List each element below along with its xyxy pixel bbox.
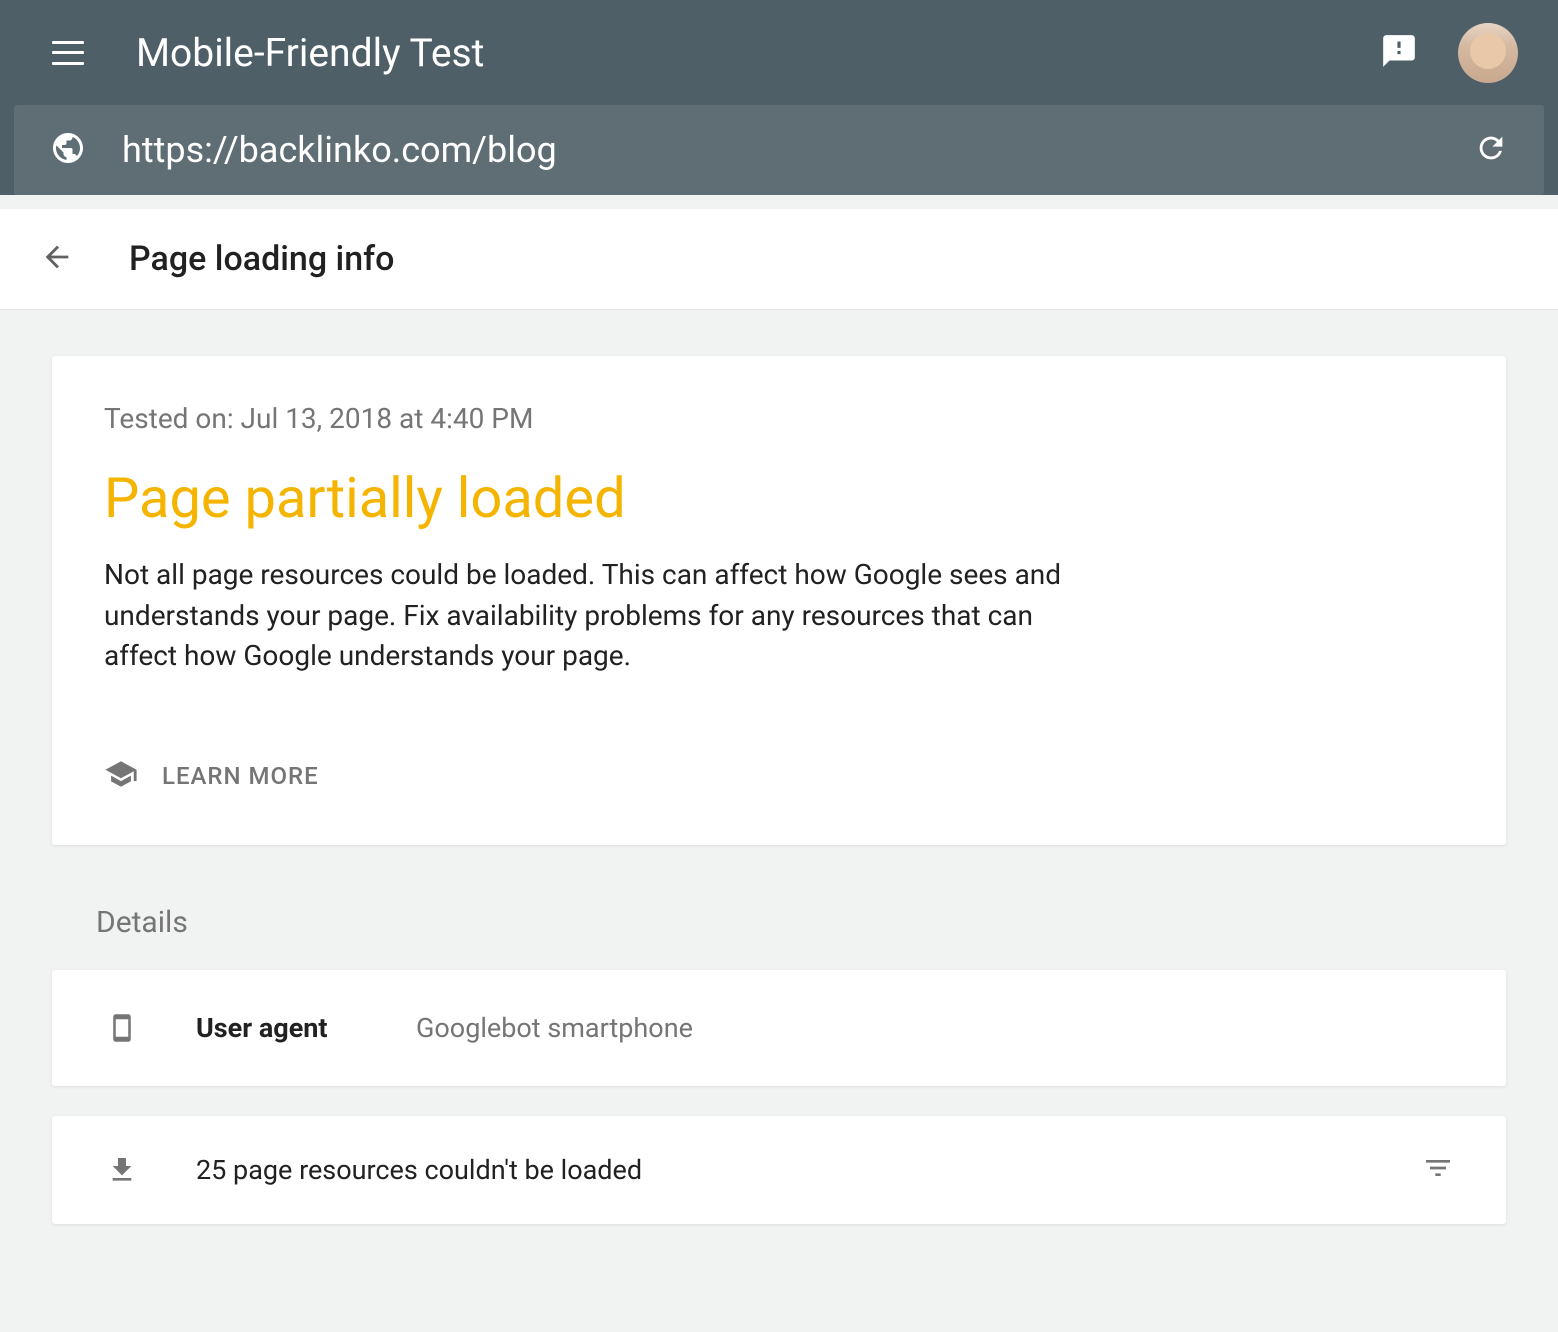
details-section-label: Details — [96, 905, 1506, 940]
smartphone-icon — [104, 1006, 140, 1050]
url-bar: https://backlinko.com/blog — [14, 105, 1544, 195]
user-agent-card: User agent Googlebot smartphone — [52, 970, 1506, 1086]
download-icon — [104, 1154, 140, 1186]
school-icon — [104, 757, 138, 795]
status-card: Tested on: Jul 13, 2018 at 4:40 PM Page … — [52, 356, 1506, 845]
menu-icon[interactable] — [50, 35, 86, 71]
learn-more-link[interactable]: LEARN MORE — [104, 757, 1454, 795]
refresh-icon[interactable] — [1474, 131, 1508, 169]
feedback-icon[interactable] — [1380, 32, 1418, 74]
tested-timestamp: Tested on: Jul 13, 2018 at 4:40 PM — [104, 402, 1454, 435]
back-arrow-icon[interactable] — [40, 240, 74, 278]
user-agent-value: Googlebot smartphone — [416, 1012, 693, 1044]
status-title: Page partially loaded — [104, 465, 1454, 531]
globe-icon — [50, 130, 86, 170]
resources-card[interactable]: 25 page resources couldn't be loaded — [52, 1116, 1506, 1224]
resources-text: 25 page resources couldn't be loaded — [196, 1154, 1422, 1186]
app-title: Mobile-Friendly Test — [136, 30, 1380, 76]
tested-url[interactable]: https://backlinko.com/blog — [122, 129, 1474, 171]
learn-more-label: LEARN MORE — [162, 762, 319, 790]
page-title: Page loading info — [129, 239, 394, 279]
filter-icon[interactable] — [1422, 1152, 1454, 1188]
status-description: Not all page resources could be loaded. … — [104, 555, 1104, 677]
user-agent-label: User agent — [196, 1012, 416, 1044]
user-avatar[interactable] — [1458, 23, 1518, 83]
